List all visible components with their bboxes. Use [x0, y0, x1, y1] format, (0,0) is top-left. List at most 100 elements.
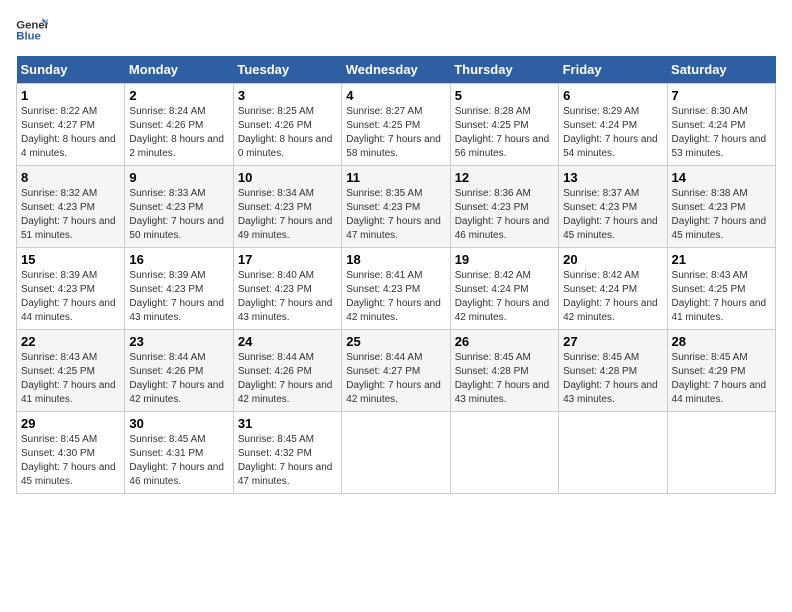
col-header-wednesday: Wednesday	[342, 56, 450, 84]
calendar-cell: 25 Sunrise: 8:44 AMSunset: 4:27 PMDaylig…	[342, 330, 450, 412]
day-number: 13	[563, 170, 662, 185]
calendar-cell: 10 Sunrise: 8:34 AMSunset: 4:23 PMDaylig…	[233, 166, 341, 248]
calendar-cell: 11 Sunrise: 8:35 AMSunset: 4:23 PMDaylig…	[342, 166, 450, 248]
col-header-thursday: Thursday	[450, 56, 558, 84]
day-info: Sunrise: 8:33 AMSunset: 4:23 PMDaylight:…	[129, 188, 224, 241]
day-info: Sunrise: 8:45 AMSunset: 4:28 PMDaylight:…	[455, 352, 550, 405]
day-number: 25	[346, 334, 445, 349]
day-info: Sunrise: 8:42 AMSunset: 4:24 PMDaylight:…	[563, 270, 658, 323]
calendar-cell: 5 Sunrise: 8:28 AMSunset: 4:25 PMDayligh…	[450, 84, 558, 166]
day-info: Sunrise: 8:44 AMSunset: 4:26 PMDaylight:…	[238, 352, 333, 405]
calendar-cell: 6 Sunrise: 8:29 AMSunset: 4:24 PMDayligh…	[559, 84, 667, 166]
day-number: 8	[21, 170, 120, 185]
calendar-cell: 1 Sunrise: 8:22 AMSunset: 4:27 PMDayligh…	[17, 84, 125, 166]
day-info: Sunrise: 8:28 AMSunset: 4:25 PMDaylight:…	[455, 106, 550, 159]
day-number: 16	[129, 252, 228, 267]
day-info: Sunrise: 8:30 AMSunset: 4:24 PMDaylight:…	[672, 106, 767, 159]
calendar-cell: 8 Sunrise: 8:32 AMSunset: 4:23 PMDayligh…	[17, 166, 125, 248]
day-number: 30	[129, 416, 228, 431]
day-info: Sunrise: 8:32 AMSunset: 4:23 PMDaylight:…	[21, 188, 116, 241]
day-info: Sunrise: 8:43 AMSunset: 4:25 PMDaylight:…	[672, 270, 767, 323]
day-info: Sunrise: 8:45 AMSunset: 4:28 PMDaylight:…	[563, 352, 658, 405]
day-number: 2	[129, 88, 228, 103]
day-info: Sunrise: 8:45 AMSunset: 4:31 PMDaylight:…	[129, 434, 224, 487]
day-number: 21	[672, 252, 771, 267]
col-header-saturday: Saturday	[667, 56, 775, 84]
day-info: Sunrise: 8:22 AMSunset: 4:27 PMDaylight:…	[21, 106, 116, 159]
calendar-cell	[450, 412, 558, 494]
logo-icon: General Blue	[16, 16, 48, 44]
calendar-cell: 14 Sunrise: 8:38 AMSunset: 4:23 PMDaylig…	[667, 166, 775, 248]
day-info: Sunrise: 8:45 AMSunset: 4:32 PMDaylight:…	[238, 434, 333, 487]
day-info: Sunrise: 8:34 AMSunset: 4:23 PMDaylight:…	[238, 188, 333, 241]
day-info: Sunrise: 8:43 AMSunset: 4:25 PMDaylight:…	[21, 352, 116, 405]
day-info: Sunrise: 8:29 AMSunset: 4:24 PMDaylight:…	[563, 106, 658, 159]
day-info: Sunrise: 8:35 AMSunset: 4:23 PMDaylight:…	[346, 188, 441, 241]
day-number: 11	[346, 170, 445, 185]
calendar-cell: 26 Sunrise: 8:45 AMSunset: 4:28 PMDaylig…	[450, 330, 558, 412]
calendar-cell: 20 Sunrise: 8:42 AMSunset: 4:24 PMDaylig…	[559, 248, 667, 330]
day-info: Sunrise: 8:37 AMSunset: 4:23 PMDaylight:…	[563, 188, 658, 241]
calendar-cell: 12 Sunrise: 8:36 AMSunset: 4:23 PMDaylig…	[450, 166, 558, 248]
day-info: Sunrise: 8:45 AMSunset: 4:29 PMDaylight:…	[672, 352, 767, 405]
col-header-tuesday: Tuesday	[233, 56, 341, 84]
calendar-cell: 19 Sunrise: 8:42 AMSunset: 4:24 PMDaylig…	[450, 248, 558, 330]
day-number: 18	[346, 252, 445, 267]
day-number: 15	[21, 252, 120, 267]
day-info: Sunrise: 8:38 AMSunset: 4:23 PMDaylight:…	[672, 188, 767, 241]
day-info: Sunrise: 8:25 AMSunset: 4:26 PMDaylight:…	[238, 106, 333, 159]
day-number: 22	[21, 334, 120, 349]
day-number: 4	[346, 88, 445, 103]
day-number: 14	[672, 170, 771, 185]
day-number: 10	[238, 170, 337, 185]
day-number: 17	[238, 252, 337, 267]
day-info: Sunrise: 8:45 AMSunset: 4:30 PMDaylight:…	[21, 434, 116, 487]
calendar-cell: 30 Sunrise: 8:45 AMSunset: 4:31 PMDaylig…	[125, 412, 233, 494]
day-info: Sunrise: 8:36 AMSunset: 4:23 PMDaylight:…	[455, 188, 550, 241]
day-number: 23	[129, 334, 228, 349]
day-number: 27	[563, 334, 662, 349]
calendar-cell	[342, 412, 450, 494]
calendar-cell	[559, 412, 667, 494]
day-number: 24	[238, 334, 337, 349]
calendar-cell: 27 Sunrise: 8:45 AMSunset: 4:28 PMDaylig…	[559, 330, 667, 412]
day-number: 19	[455, 252, 554, 267]
day-info: Sunrise: 8:40 AMSunset: 4:23 PMDaylight:…	[238, 270, 333, 323]
calendar-cell: 17 Sunrise: 8:40 AMSunset: 4:23 PMDaylig…	[233, 248, 341, 330]
col-header-friday: Friday	[559, 56, 667, 84]
day-number: 6	[563, 88, 662, 103]
col-header-monday: Monday	[125, 56, 233, 84]
day-info: Sunrise: 8:42 AMSunset: 4:24 PMDaylight:…	[455, 270, 550, 323]
col-header-sunday: Sunday	[17, 56, 125, 84]
calendar-cell: 28 Sunrise: 8:45 AMSunset: 4:29 PMDaylig…	[667, 330, 775, 412]
day-info: Sunrise: 8:39 AMSunset: 4:23 PMDaylight:…	[129, 270, 224, 323]
day-number: 31	[238, 416, 337, 431]
calendar-cell: 18 Sunrise: 8:41 AMSunset: 4:23 PMDaylig…	[342, 248, 450, 330]
day-number: 1	[21, 88, 120, 103]
calendar-cell: 31 Sunrise: 8:45 AMSunset: 4:32 PMDaylig…	[233, 412, 341, 494]
day-number: 20	[563, 252, 662, 267]
day-number: 7	[672, 88, 771, 103]
calendar-cell: 22 Sunrise: 8:43 AMSunset: 4:25 PMDaylig…	[17, 330, 125, 412]
day-number: 9	[129, 170, 228, 185]
day-number: 12	[455, 170, 554, 185]
day-info: Sunrise: 8:44 AMSunset: 4:27 PMDaylight:…	[346, 352, 441, 405]
day-number: 3	[238, 88, 337, 103]
day-info: Sunrise: 8:44 AMSunset: 4:26 PMDaylight:…	[129, 352, 224, 405]
day-number: 26	[455, 334, 554, 349]
calendar-cell	[667, 412, 775, 494]
calendar-cell: 2 Sunrise: 8:24 AMSunset: 4:26 PMDayligh…	[125, 84, 233, 166]
calendar-cell: 7 Sunrise: 8:30 AMSunset: 4:24 PMDayligh…	[667, 84, 775, 166]
day-number: 5	[455, 88, 554, 103]
svg-text:Blue: Blue	[16, 31, 41, 43]
day-info: Sunrise: 8:24 AMSunset: 4:26 PMDaylight:…	[129, 106, 224, 159]
calendar-cell: 9 Sunrise: 8:33 AMSunset: 4:23 PMDayligh…	[125, 166, 233, 248]
calendar-cell: 29 Sunrise: 8:45 AMSunset: 4:30 PMDaylig…	[17, 412, 125, 494]
calendar-cell: 24 Sunrise: 8:44 AMSunset: 4:26 PMDaylig…	[233, 330, 341, 412]
calendar-cell: 4 Sunrise: 8:27 AMSunset: 4:25 PMDayligh…	[342, 84, 450, 166]
calendar-table: SundayMondayTuesdayWednesdayThursdayFrid…	[16, 56, 776, 494]
calendar-cell: 15 Sunrise: 8:39 AMSunset: 4:23 PMDaylig…	[17, 248, 125, 330]
logo: General Blue	[16, 16, 48, 44]
calendar-cell: 13 Sunrise: 8:37 AMSunset: 4:23 PMDaylig…	[559, 166, 667, 248]
day-info: Sunrise: 8:27 AMSunset: 4:25 PMDaylight:…	[346, 106, 441, 159]
